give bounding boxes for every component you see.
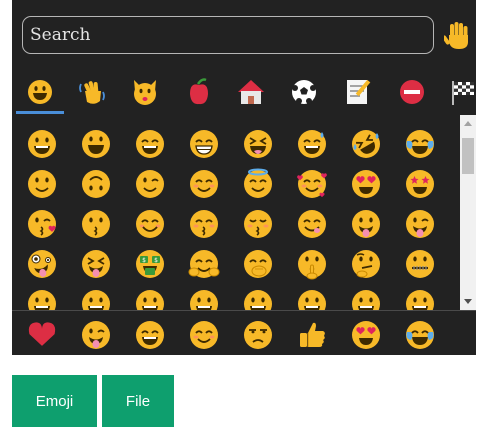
kissing-smiling-emoji[interactable]: [188, 208, 220, 244]
thinking-emoji[interactable]: [350, 248, 382, 284]
money-mouth-emoji[interactable]: $ $: [134, 248, 166, 284]
rofl-emoji[interactable]: [350, 128, 382, 164]
activities-icon[interactable]: [289, 75, 319, 109]
symbols-icon[interactable]: [397, 75, 427, 109]
recent-grin-smile-emoji[interactable]: [134, 319, 166, 355]
travel-icon[interactable]: [236, 75, 266, 109]
recent-blush-emoji[interactable]: [188, 319, 220, 355]
grinning-emoji[interactable]: [134, 288, 166, 310]
scroll-up-arrow-icon[interactable]: [460, 115, 476, 132]
winking-tongue-emoji[interactable]: [404, 208, 436, 244]
zany-emoji[interactable]: [26, 248, 58, 284]
animals-icon[interactable]: [130, 75, 160, 109]
flags-icon[interactable]: [449, 75, 476, 109]
smiley-emoji[interactable]: [80, 128, 112, 164]
raised-hand-icon[interactable]: [442, 20, 472, 50]
grin-smile-emoji[interactable]: [134, 128, 166, 164]
hugging-emoji[interactable]: [188, 248, 220, 284]
kiss-heart-emoji[interactable]: [26, 208, 58, 244]
tears-of-joy-emoji[interactable]: [404, 128, 436, 164]
svg-text:$: $: [142, 257, 146, 264]
search-input[interactable]: [22, 16, 434, 54]
hand-over-mouth-emoji[interactable]: [242, 248, 274, 284]
star-struck-emoji[interactable]: [404, 168, 436, 204]
grinning-emoji[interactable]: [404, 288, 436, 310]
emoji-grid: $ $: [12, 115, 460, 310]
objects-icon[interactable]: [343, 75, 373, 109]
people-icon[interactable]: [77, 75, 107, 109]
recent-winking-tongue-emoji[interactable]: [80, 319, 112, 355]
grinning-emoji[interactable]: [296, 288, 328, 310]
food-icon[interactable]: [184, 75, 214, 109]
laughing-squint-emoji[interactable]: [242, 128, 274, 164]
halo-emoji[interactable]: [242, 168, 274, 204]
heart-eyes-emoji[interactable]: [350, 168, 382, 204]
recent-unamused-emoji[interactable]: [242, 319, 274, 355]
beaming-emoji[interactable]: [188, 128, 220, 164]
zipper-mouth-emoji[interactable]: [404, 248, 436, 284]
svg-text:$: $: [154, 257, 158, 264]
upside-down-emoji[interactable]: [80, 168, 112, 204]
grinning-emoji[interactable]: [242, 288, 274, 310]
kissing-closed-emoji[interactable]: [242, 208, 274, 244]
recent-tears-of-joy-emoji[interactable]: [404, 319, 436, 355]
grinning-emoji[interactable]: [26, 288, 58, 310]
grinning-emoji[interactable]: [26, 128, 58, 164]
sweat-smile-emoji[interactable]: [296, 128, 328, 164]
recent-thumbs-up-emoji[interactable]: [296, 319, 328, 355]
recent-red-heart-emoji[interactable]: [26, 319, 58, 355]
slight-smile-emoji[interactable]: [26, 168, 58, 204]
smiling-hearts-emoji[interactable]: [296, 168, 328, 204]
squint-tongue-emoji[interactable]: [80, 248, 112, 284]
kissing-emoji[interactable]: [80, 208, 112, 244]
recent-heart-eyes-emoji[interactable]: [350, 319, 382, 355]
relaxed-emoji[interactable]: [134, 208, 166, 244]
tongue-emoji[interactable]: [350, 208, 382, 244]
recent-emoji-bar: [12, 310, 476, 355]
active-category-indicator: [16, 111, 64, 114]
grinning-emoji[interactable]: [80, 288, 112, 310]
grinning-emoji[interactable]: [350, 288, 382, 310]
file-button[interactable]: File: [102, 375, 174, 427]
grinning-emoji[interactable]: [188, 288, 220, 310]
emoji-button[interactable]: Emoji: [12, 375, 97, 427]
shushing-emoji[interactable]: [296, 248, 328, 284]
grid-scrollbar[interactable]: [460, 115, 476, 310]
yum-emoji[interactable]: [296, 208, 328, 244]
scroll-down-arrow-icon[interactable]: [460, 293, 476, 310]
emoji-picker: $$: [12, 0, 476, 355]
smileys-icon[interactable]: [25, 75, 55, 109]
scrollbar-thumb[interactable]: [462, 138, 474, 174]
blush-emoji[interactable]: [188, 168, 220, 204]
wink-emoji[interactable]: [134, 168, 166, 204]
